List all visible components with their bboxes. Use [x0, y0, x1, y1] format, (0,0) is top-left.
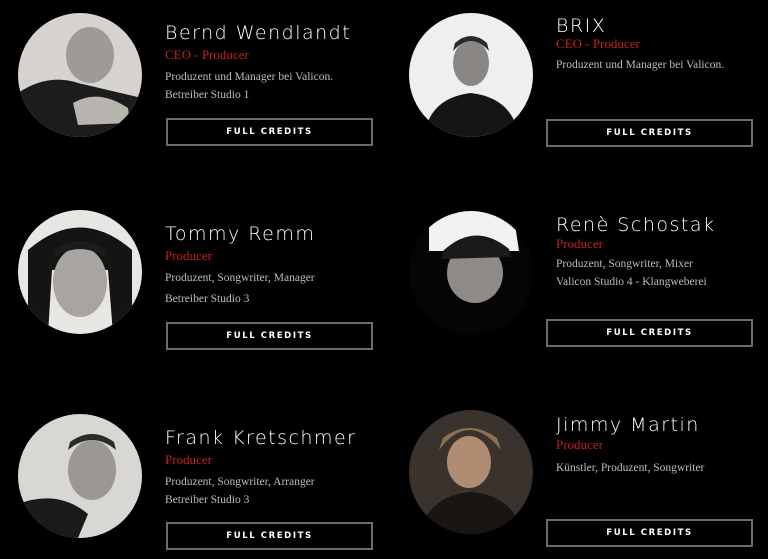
- member-description-line: Künstler, Produzent, Songwriter: [556, 462, 705, 474]
- member-role: CEO - Producer: [556, 36, 640, 51]
- member-role: Producer: [165, 452, 212, 467]
- member-description-line: Betreiber Studio 1: [165, 89, 250, 101]
- full-credits-button[interactable]: FULL CREDITS: [166, 522, 373, 550]
- member-description-line: Valicon Studio 4 - Klangweberei: [556, 276, 707, 288]
- member-name: Jimmy Martin: [556, 414, 700, 436]
- member-role: Producer: [556, 437, 603, 452]
- member-description-line: Betreiber Studio 3: [165, 494, 250, 506]
- avatar: [409, 13, 533, 137]
- avatar: [409, 410, 533, 534]
- full-credits-button[interactable]: FULL CREDITS: [546, 119, 753, 147]
- avatar: [18, 210, 142, 334]
- member-name: Tommy Remm: [165, 223, 316, 245]
- member-role: Producer: [165, 248, 212, 263]
- member-description-line: Produzent, Songwriter, Manager: [165, 272, 315, 284]
- member-name: Frank Kretschmer: [165, 427, 357, 449]
- avatar: [18, 414, 142, 538]
- member-description-line: Produzent und Manager bei Valicon.: [556, 59, 725, 71]
- full-credits-button[interactable]: FULL CREDITS: [546, 519, 753, 547]
- member-role: Producer: [556, 236, 603, 251]
- full-credits-button[interactable]: FULL CREDITS: [166, 322, 373, 350]
- avatar: [18, 13, 142, 137]
- avatar: [409, 211, 533, 335]
- full-credits-button[interactable]: FULL CREDITS: [166, 118, 373, 146]
- member-role: CEO - Producer: [165, 47, 249, 62]
- full-credits-button[interactable]: FULL CREDITS: [546, 319, 753, 347]
- member-name: Bernd Wendlandt: [165, 22, 352, 44]
- member-name: Renè Schostak: [556, 214, 716, 236]
- member-description-line: Betreiber Studio 3: [165, 293, 250, 305]
- member-name: BRIX: [556, 15, 607, 37]
